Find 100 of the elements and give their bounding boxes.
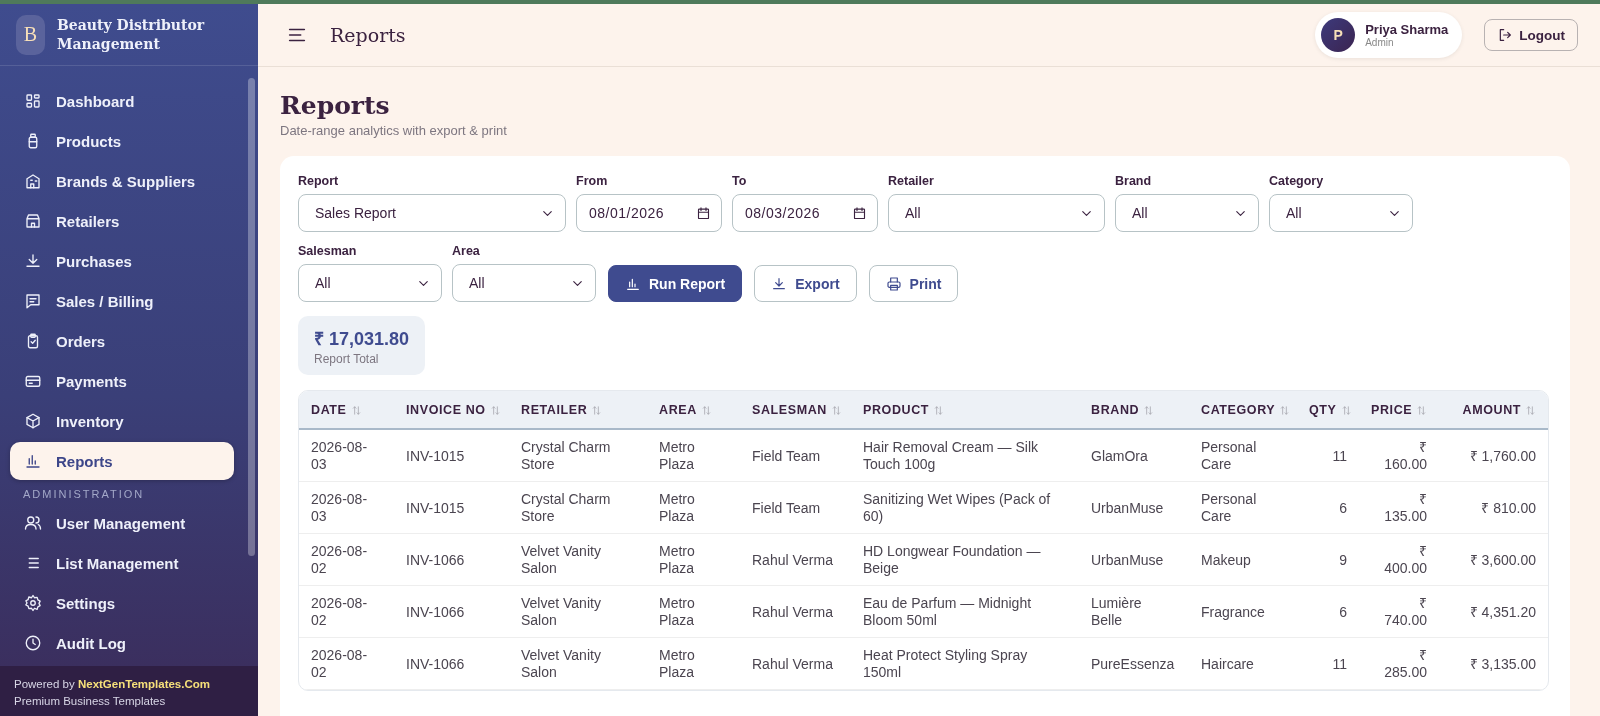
- footer-link[interactable]: NextGenTemplates.Com: [77, 678, 210, 690]
- select-field[interactable]: All: [888, 194, 1105, 232]
- table-cell: INV-1066: [406, 603, 465, 620]
- table-cell: UrbanMuse: [1091, 499, 1164, 516]
- table-cell: PureEssenza: [1091, 655, 1175, 672]
- action-button[interactable]: Print: [868, 265, 959, 302]
- nav-item[interactable]: Dashboard: [10, 82, 234, 120]
- nav-item[interactable]: Purchases: [10, 242, 234, 280]
- table-cell: 6: [1339, 499, 1347, 516]
- table-cell: Field Team: [752, 499, 821, 516]
- header-title: Reports: [330, 24, 407, 46]
- table-cell: Crystal Charm Store: [521, 439, 611, 472]
- table-cell: Crystal Charm Store: [521, 491, 611, 524]
- nav-item[interactable]: Payments: [10, 362, 234, 400]
- date-field[interactable]: 08/03/2026: [732, 194, 878, 232]
- filter-label: From: [576, 174, 609, 188]
- nav-item[interactable]: Brands & Suppliers: [10, 162, 234, 200]
- printer-icon: [885, 275, 902, 292]
- logout-icon: [1497, 27, 1514, 43]
- nav-item[interactable]: User Management: [10, 504, 234, 542]
- nav-item[interactable]: Reports: [10, 442, 234, 480]
- table-cell: 2026-08-02: [311, 647, 368, 680]
- nav-item[interactable]: Products: [10, 122, 234, 160]
- column-header[interactable]: DATE: [311, 403, 362, 417]
- scrollbar[interactable]: [248, 78, 255, 556]
- table-cell: ₹ 4,351.20: [1469, 603, 1536, 620]
- table-cell: Velvet Vanity Salon: [521, 543, 601, 576]
- table-cell: Heat Protect Styling Spray 150ml: [863, 647, 1028, 680]
- table-cell: Metro Plaza: [659, 439, 695, 472]
- table-cell: 2026-08-02: [311, 543, 368, 576]
- table-cell: Metro Plaza: [659, 491, 695, 524]
- nav-item[interactable]: Settings: [10, 584, 234, 622]
- sort-icon: [1416, 404, 1428, 416]
- table-cell: ₹ 160.00: [1384, 439, 1427, 472]
- table-cell: ₹ 285.00: [1384, 647, 1427, 680]
- calendar-icon: [852, 205, 867, 221]
- table-cell: Metro Plaza: [659, 543, 695, 576]
- table-cell: 2026-08-03: [311, 439, 368, 472]
- user-role: Admin: [1365, 37, 1395, 48]
- table-cell: Makeup: [1201, 551, 1251, 568]
- table-cell: 11: [1332, 447, 1347, 464]
- nav-item[interactable]: List Management: [10, 544, 234, 582]
- store-icon: [24, 212, 42, 230]
- action-button[interactable]: Export: [754, 265, 857, 302]
- table-cell: Haircare: [1201, 655, 1254, 672]
- table-cell: Rahul Verma: [752, 655, 833, 672]
- table-cell: ₹ 400.00: [1384, 543, 1427, 576]
- sort-icon: [591, 404, 603, 416]
- table-cell: 2026-08-02: [311, 595, 368, 628]
- action-button[interactable]: Run Report: [608, 265, 743, 302]
- select-field[interactable]: All: [452, 264, 596, 302]
- select-field[interactable]: All: [1269, 194, 1413, 232]
- sort-icon: [1525, 404, 1536, 416]
- select-field[interactable]: All: [298, 264, 442, 302]
- table-cell: Personal Care: [1201, 491, 1257, 524]
- table-cell: Field Team: [752, 447, 821, 464]
- table-cell: Rahul Verma: [752, 603, 833, 620]
- table-cell: Sanitizing Wet Wipes (Pack of 60): [863, 491, 1051, 524]
- total-label: Report Total: [314, 352, 380, 366]
- nav-item[interactable]: Retailers: [10, 202, 234, 240]
- avatar: P: [1321, 18, 1356, 52]
- table-cell: ₹ 3,135.00: [1469, 655, 1536, 672]
- table-cell: Personal Care: [1201, 439, 1257, 472]
- logo: B: [16, 14, 46, 55]
- nav-item[interactable]: Audit Log: [10, 624, 234, 662]
- user-chip[interactable]: P Priya Sharma Admin: [1315, 12, 1463, 58]
- table-cell: Metro Plaza: [659, 595, 695, 628]
- column-header[interactable]: PRODUCT: [863, 403, 944, 417]
- select-field[interactable]: All: [1115, 194, 1259, 232]
- filter-label: Retailer: [888, 174, 935, 188]
- table-cell: Velvet Vanity Salon: [521, 595, 601, 628]
- filter-label: Area: [452, 244, 481, 258]
- powered-by-text: Powered by NextGenTemplates.Com: [14, 677, 211, 692]
- table-cell: ₹ 3,600.00: [1469, 551, 1536, 568]
- nav-item[interactable]: Sales / Billing: [10, 282, 234, 320]
- table-cell: INV-1066: [406, 655, 465, 672]
- table-cell: Velvet Vanity Salon: [521, 647, 601, 680]
- table-cell: Rahul Verma: [752, 551, 833, 568]
- sort-icon: [700, 404, 712, 416]
- settings-icon: [24, 594, 42, 612]
- sort-icon: [350, 404, 362, 416]
- building-icon: [24, 172, 42, 190]
- filter-label: Category: [1269, 174, 1325, 188]
- select-field[interactable]: Sales Report: [298, 194, 566, 232]
- logout-button[interactable]: Logout: [1484, 19, 1578, 51]
- cube-icon: [24, 412, 42, 430]
- bar-chart-icon: [24, 452, 42, 470]
- grid-icon: [24, 92, 42, 110]
- table-cell: ₹ 740.00: [1384, 595, 1427, 628]
- nav-item[interactable]: Inventory: [10, 402, 234, 440]
- sort-icon: [1340, 404, 1352, 416]
- app-title: Beauty Distributor Management: [57, 15, 206, 54]
- table-cell: 2026-08-03: [311, 491, 368, 524]
- nav-item[interactable]: Orders: [10, 322, 234, 360]
- table-cell: 6: [1339, 603, 1347, 620]
- table-cell: INV-1066: [406, 551, 465, 568]
- download-icon: [24, 252, 42, 270]
- message-icon: [24, 292, 42, 310]
- date-field[interactable]: 08/01/2026: [576, 194, 722, 232]
- table-cell: ₹ 810.00: [1481, 499, 1536, 516]
